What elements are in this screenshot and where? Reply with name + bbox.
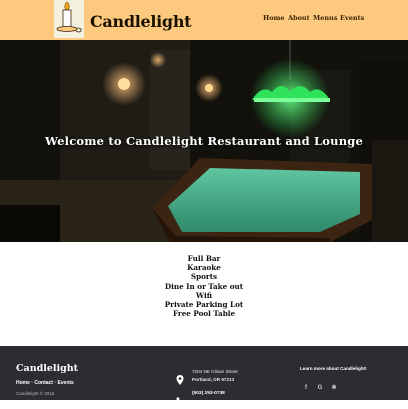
footer-learn-more: Learn more about Candlelight! <box>300 366 367 371</box>
candle-logo-icon[interactable] <box>54 0 84 38</box>
feature-item: Sports <box>190 272 218 282</box>
address-line1: 7204 NE Glisan Street <box>192 369 238 374</box>
feature-item: Dine In or Take out <box>164 281 244 291</box>
nav-menus[interactable]: Menus <box>313 14 337 22</box>
google-icon[interactable]: G <box>315 383 325 393</box>
site-footer: Candlelight Home · Contact · Events Cand… <box>0 346 408 405</box>
footer-address: 7204 NE Glisan Street Portland, OR 97213 <box>192 368 238 384</box>
site-header: Candlelight Home About Menus Events <box>0 0 408 40</box>
footer-copyright: Candlelight © 2016 <box>16 391 55 396</box>
hero-title: Welcome to Candlelight Restaurant and Lo… <box>44 134 364 148</box>
features-list: Full Bar Karaoke Sports Dine In or Take … <box>0 254 408 318</box>
nav-events[interactable]: Events <box>340 14 364 22</box>
feature-item: Full Bar <box>187 254 221 263</box>
footer-link-home[interactable]: Home <box>16 380 30 386</box>
footer-phone[interactable]: (503) 253-0738 <box>192 391 225 396</box>
nav-about[interactable]: About <box>288 14 310 22</box>
feature-item: Private Parking Lot <box>164 300 244 310</box>
footer-separator: · <box>54 380 57 386</box>
footer-link-contact[interactable]: Contact <box>34 380 53 386</box>
feature-item: Wifi <box>196 290 212 300</box>
yelp-icon[interactable]: ✻ <box>329 383 339 393</box>
site-logo-text[interactable]: Candlelight <box>90 12 192 31</box>
footer-separator: · <box>31 380 33 386</box>
feature-item: Free Pool Table <box>172 309 236 319</box>
nav-home[interactable]: Home <box>263 14 285 22</box>
address-line2: Portland, OR 97213 <box>192 377 235 382</box>
footer-brand[interactable]: Candlelight <box>16 363 78 374</box>
footer-link-events[interactable]: Events <box>57 380 73 386</box>
hero-banner: Welcome to Candlelight Restaurant and Lo… <box>0 40 408 242</box>
footer-links: Home · Contact · Events <box>16 380 74 386</box>
map-marker-icon <box>176 370 184 389</box>
feature-item: Karaoke <box>187 263 221 273</box>
facebook-icon[interactable]: f <box>301 383 311 393</box>
